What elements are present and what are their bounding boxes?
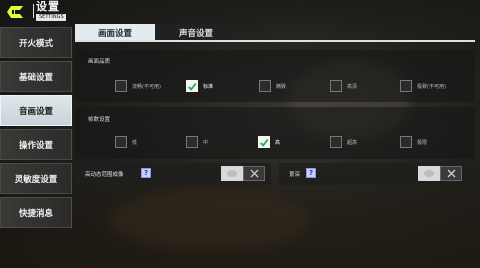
depth-of-field-toggle[interactable]	[418, 166, 462, 181]
checkbox[interactable]	[330, 80, 342, 92]
tab-bar: 画面设置 声音设置	[75, 24, 237, 41]
checkbox-checked[interactable]	[186, 80, 198, 92]
toggle-knob	[418, 166, 440, 181]
quality-option-standard[interactable]: 标准	[186, 80, 213, 92]
sidebar-item-basic-settings[interactable]: 基础设置	[0, 61, 72, 92]
quality-option-hd[interactable]: 高清	[330, 80, 357, 92]
title-block: 设置 SETTINGS	[36, 1, 66, 21]
background-shadow	[110, 190, 310, 250]
tab-sound[interactable]: 声音设置	[155, 24, 237, 41]
hdr-setting: 高动态范围成像 ?	[75, 163, 271, 185]
tab-graphics[interactable]: 画面设置	[75, 24, 155, 41]
close-icon	[243, 166, 265, 181]
page-subtitle: SETTINGS	[36, 14, 66, 21]
toggle-knob	[221, 166, 243, 181]
checkmark-icon	[188, 82, 197, 91]
hdr-toggle[interactable]	[221, 166, 265, 181]
checkbox[interactable]	[115, 80, 127, 92]
fps-option-label: 低	[132, 139, 138, 146]
depth-of-field-label: 景深	[289, 172, 301, 178]
quality-option-ultra[interactable]: 极致(不可用)	[400, 80, 446, 92]
fps-option-label: 极限	[417, 139, 428, 146]
checkbox[interactable]	[330, 136, 342, 148]
picture-quality-options: 流畅(不可用) 标准 精致 高清 极致(不可用)	[75, 80, 475, 96]
back-arrow-icon	[7, 6, 23, 18]
quality-option-refined[interactable]: 精致	[259, 80, 286, 92]
sidebar-item-audio-video[interactable]: 音画设置	[0, 95, 72, 126]
sidebar-item-sensitivity[interactable]: 灵敏度设置	[0, 163, 72, 194]
close-icon	[440, 166, 462, 181]
fps-option-low[interactable]: 低	[115, 136, 137, 148]
checkbox[interactable]	[400, 136, 412, 148]
checkbox-checked[interactable]	[258, 136, 270, 148]
quality-option-smooth[interactable]: 流畅(不可用)	[115, 80, 161, 92]
fps-option-label: 高	[275, 139, 281, 146]
fps-option-ultra-high[interactable]: 超高	[330, 136, 357, 148]
quality-option-label: 精致	[276, 83, 287, 90]
tab-underline	[75, 40, 475, 42]
quality-option-label: 流畅(不可用)	[132, 83, 161, 90]
checkbox[interactable]	[115, 136, 127, 148]
sidebar-item-fire-mode[interactable]: 开火模式	[0, 27, 72, 58]
help-icon[interactable]: ?	[141, 168, 151, 178]
quality-option-label: 标准	[203, 83, 214, 90]
quality-option-label: 极致(不可用)	[417, 83, 446, 90]
fps-option-extreme[interactable]: 极限	[400, 136, 427, 148]
fps-option-label: 中	[203, 139, 209, 146]
checkbox[interactable]	[400, 80, 412, 92]
sidebar-item-quick-messages[interactable]: 快捷消息	[0, 197, 72, 228]
frame-rate-panel: 帧数设置 低 中 高 超高 极限	[75, 107, 475, 159]
frame-rate-label: 帧数设置	[88, 117, 111, 123]
title-divider	[33, 4, 34, 18]
quality-option-label: 高清	[347, 83, 358, 90]
hdr-label: 高动态范围成像	[85, 172, 124, 178]
frame-rate-options: 低 中 高 超高 极限	[75, 136, 475, 152]
top-bar: 设置 SETTINGS	[0, 0, 480, 24]
fps-option-high[interactable]: 高	[258, 136, 280, 148]
sidebar-item-controls[interactable]: 操作设置	[0, 129, 72, 160]
fps-option-medium[interactable]: 中	[186, 136, 208, 148]
help-icon[interactable]: ?	[306, 168, 316, 178]
checkbox[interactable]	[259, 80, 271, 92]
checkbox[interactable]	[186, 136, 198, 148]
fps-option-label: 超高	[347, 139, 358, 146]
picture-quality-label: 画面品质	[88, 59, 111, 65]
page-title: 设置	[36, 0, 60, 13]
picture-quality-panel: 画面品质 流畅(不可用) 标准 精致 高清 极致(不可用)	[75, 50, 475, 102]
back-button[interactable]	[4, 2, 28, 22]
sidebar: 开火模式 基础设置 音画设置 操作设置 灵敏度设置 快捷消息	[0, 27, 72, 231]
checkmark-icon	[260, 138, 269, 147]
depth-of-field-setting: 景深 ?	[279, 163, 467, 185]
